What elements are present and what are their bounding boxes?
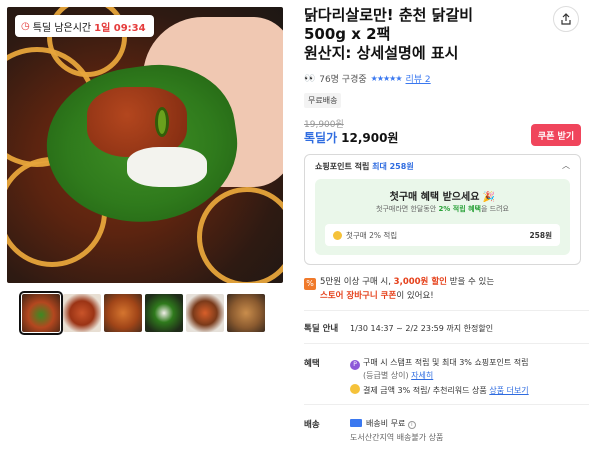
coupon-icon: %: [304, 278, 316, 290]
coupon-button[interactable]: 쿠폰 받기: [531, 124, 581, 146]
product-title: 닭다리살로만! 춘천 닭갈비 500g x 2팩 원산지: 상세설명에 표시: [304, 6, 544, 63]
detail-link[interactable]: 자세히: [411, 371, 433, 380]
more-products-link[interactable]: 상품 더보기: [489, 386, 528, 395]
price-row: 톡딜가 12,900원: [304, 129, 398, 146]
benefit-text1: 구매 시 스탬프 적립 및 최대 3% 쇼핑포인트 적립: [363, 358, 529, 367]
star-rating: ★★★★★: [370, 74, 403, 83]
store-coupon-promo[interactable]: % 5만원 이상 구매 시, 3,000원 할인 받을 수 있는 스토어 장바구니…: [304, 276, 581, 303]
timer-badge: ◷ 특딜 남은시간 1일 09:34: [15, 15, 154, 37]
promo-coupon-name: 스토어 장바구니 쿠폰: [320, 291, 397, 301]
thumbnail[interactable]: [145, 294, 183, 332]
title-line: 원산지: 상세설명에 표시: [304, 44, 459, 62]
timer-label: 특딜 남은시간: [32, 22, 92, 34]
info-icon[interactable]: i: [407, 421, 416, 429]
shipping-fee: 배송비 무료: [366, 419, 406, 428]
shipping-label: 배송: [304, 420, 320, 430]
promo-pre: 5만원 이상 구매 시,: [320, 277, 391, 287]
share-button[interactable]: [553, 6, 579, 32]
viewer-count: 76명 구경중: [319, 75, 367, 85]
promo-discount: 3,000원 할인: [393, 277, 447, 287]
divider: [304, 310, 589, 311]
free-shipping-tag: 무료배송: [304, 93, 342, 108]
promo-line: % 5만원 이상 구매 시, 3,000원 할인 받을 수 있는: [304, 276, 581, 290]
points-header[interactable]: 쇼핑포인트 적립 최대 258원: [315, 161, 414, 172]
promo-post: 받을 수 있는: [449, 277, 495, 287]
title-line: 닭다리살로만! 춘천 닭갈비: [304, 6, 474, 24]
rice-shape: [127, 147, 207, 187]
party-icon: 🎉: [482, 192, 496, 203]
pepper-shape: [155, 107, 169, 137]
benefit-line2: (등급별 상이) 자세히: [350, 370, 433, 381]
first-purchase-title: 첫구매 혜택 받으세요 🎉: [315, 188, 570, 203]
first-sub-pre: 첫구매라면 한달동안: [376, 205, 437, 213]
benefit-line3: 결제 금액 3% 적립/ 추천리워드 상품 상품 더보기: [350, 384, 529, 396]
benefit-text2: (등급별 상이): [363, 371, 409, 380]
points-head-label: 쇼핑포인트 적립: [315, 162, 370, 171]
first-row-left: 첫구매 2% 적립: [333, 230, 397, 241]
coin-icon: [350, 384, 360, 394]
price-label: 톡딜가: [304, 131, 338, 145]
promo-line: 스토어 장바구니 쿠폰이 있어요!: [304, 290, 581, 303]
thumbnail[interactable]: [63, 294, 101, 332]
first-purchase-row: 첫구매 2% 적립 258원: [325, 224, 560, 246]
eyes-icon: 👀: [304, 73, 316, 84]
noodle-shape: [197, 187, 283, 283]
shipping-line1: 배송비 무료 i: [350, 418, 416, 429]
thumbnail[interactable]: [104, 294, 142, 332]
truck-icon: [350, 419, 362, 427]
first-sub-green: 2% 적립 혜택: [438, 205, 481, 213]
clock-icon: ◷: [21, 20, 30, 32]
benefit-line1: P 구매 시 스탬프 적립 및 최대 3% 쇼핑포인트 적립: [350, 357, 529, 370]
chevron-up-icon[interactable]: ︿: [562, 160, 570, 171]
thumbnail[interactable]: [19, 291, 63, 335]
divider: [304, 343, 589, 344]
first-purchase-subtitle: 첫구매라면 한달동안 2% 적립 혜택을 드려요: [315, 204, 570, 214]
benefit-label: 혜택: [304, 359, 320, 369]
main-product-image[interactable]: ◷ 특딜 남은시간 1일 09:34: [7, 7, 283, 283]
product-meta: 👀 76명 구경중 ★★★★★ 리뷰 2: [304, 72, 431, 86]
benefit-text3: 결제 금액 3% 적립/ 추천리워드 상품: [363, 386, 487, 395]
timer-value: 1일 09:34: [94, 22, 146, 34]
first-title-text: 첫구매 혜택 받으세요: [389, 192, 480, 203]
first-row-label: 첫구매 2% 적립: [346, 230, 398, 240]
stamp-icon: P: [350, 360, 360, 370]
thumbnail[interactable]: [186, 294, 224, 332]
deal-period: 1/30 14:37 ~ 2/2 23:59 까지 한정할인: [350, 324, 494, 333]
deal-label: 톡딜 안내: [304, 324, 339, 334]
shipping-line2: 도서산간지역 배송불가 상품: [350, 433, 444, 442]
points-max: 최대 258원: [372, 162, 414, 171]
share-icon: [561, 13, 571, 25]
first-purchase-box: 첫구매 혜택 받으세요 🎉 첫구매라면 한달동안 2% 적립 혜택을 드려요 첫…: [315, 179, 570, 255]
coin-icon: [333, 231, 342, 240]
first-row-amount: 258원: [529, 230, 552, 240]
points-box: 쇼핑포인트 적립 최대 258원 ︿ 첫구매 혜택 받으세요 🎉 첫구매라면 한…: [304, 154, 581, 265]
divider: [304, 404, 589, 405]
thumbnail[interactable]: [227, 294, 265, 332]
review-link[interactable]: 리뷰 2: [406, 72, 431, 85]
first-sub-post: 을 드려요: [480, 205, 509, 213]
thumbnail-strip: [19, 291, 265, 335]
title-line: 500g x 2팩: [304, 25, 391, 43]
sale-price: 12,900원: [341, 131, 399, 145]
promo-line2-post: 이 있어요!: [396, 291, 434, 301]
